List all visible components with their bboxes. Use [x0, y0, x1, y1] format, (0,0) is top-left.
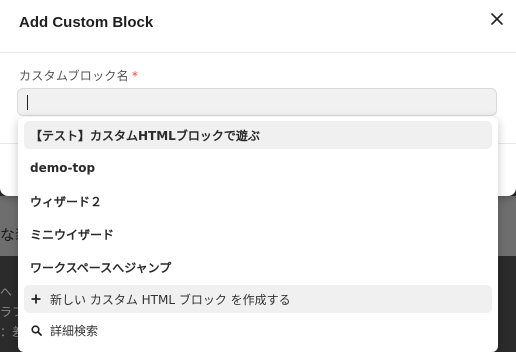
option-label: ミニウイザード: [30, 227, 115, 242]
block-name-input[interactable]: [17, 88, 497, 116]
background-text: へ: [0, 285, 13, 299]
dropdown-option[interactable]: ワークスペースへジャンプ: [24, 253, 492, 281]
field-label: カスタムブロック名 *: [19, 67, 138, 84]
option-label: ワークスペースへジャンプ: [30, 260, 172, 275]
create-option-label: 新しい カスタム HTML ブロック を作成する: [50, 292, 291, 307]
close-button[interactable]: [486, 8, 508, 30]
field-label-text: カスタムブロック名: [19, 69, 129, 83]
search-option-label: 詳細検索: [50, 323, 99, 338]
create-new-block-option[interactable]: 新しい カスタム HTML ブロック を作成する: [24, 285, 492, 313]
search-icon: [30, 324, 42, 336]
close-icon: [491, 13, 503, 25]
option-label: demo-top: [30, 161, 96, 175]
text-caret: [27, 95, 28, 110]
plus-icon: [30, 293, 42, 305]
dropdown-option[interactable]: ミニウイザード: [24, 220, 492, 248]
option-label: 【テスト】カスタムHTMLブロックで遊ぶ: [30, 128, 260, 143]
modal-header: Add Custom Block: [0, 0, 516, 53]
advanced-search-option[interactable]: 詳細検索: [24, 316, 492, 344]
block-suggestions-dropdown: 【テスト】カスタムHTMLブロックで遊ぶ demo-top ウィザード２ ミニウ…: [18, 117, 498, 352]
modal-title: Add Custom Block: [19, 14, 154, 31]
required-mark: *: [131, 69, 139, 83]
dropdown-option[interactable]: demo-top: [24, 154, 492, 182]
dropdown-option[interactable]: 【テスト】カスタムHTMLブロックで遊ぶ: [24, 121, 492, 149]
option-label: ウィザード２: [30, 194, 103, 209]
dropdown-option[interactable]: ウィザード２: [24, 187, 492, 215]
